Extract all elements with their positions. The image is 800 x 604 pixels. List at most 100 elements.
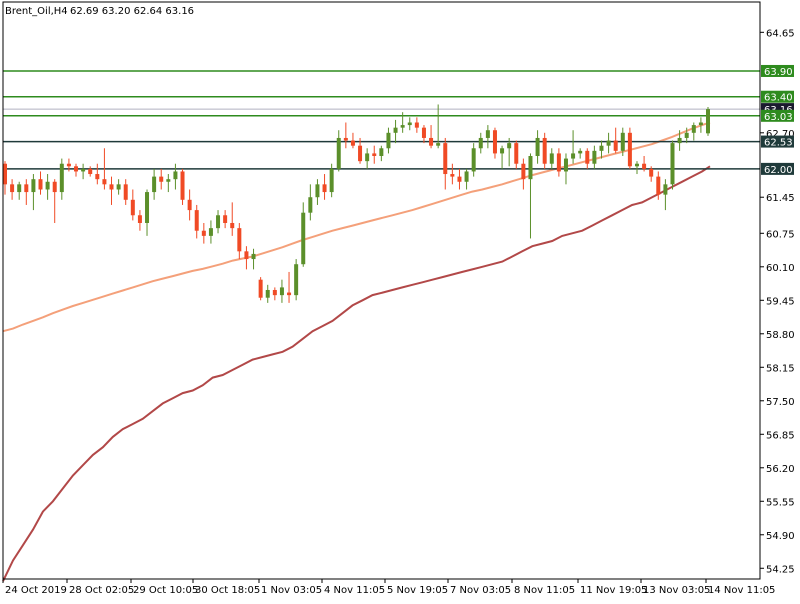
candle-body (372, 153, 377, 156)
candle-body (613, 140, 618, 151)
candle-body (244, 251, 249, 260)
candle-body (514, 143, 519, 164)
candle-body (230, 222, 235, 229)
candle-body (287, 292, 292, 296)
y-tick-label: 60.10 (766, 263, 795, 274)
candle-body (251, 253, 256, 260)
candle-body (294, 264, 299, 296)
candle-body (152, 176, 157, 193)
y-tick-label: 56.85 (766, 430, 795, 441)
candle-body (599, 145, 604, 151)
candle-body (492, 130, 497, 154)
candle-body (137, 215, 142, 223)
level-label: 63.90 (764, 67, 793, 78)
chart-symbol: Brent_Oil,H4 (5, 6, 68, 17)
candle-body (59, 163, 64, 193)
y-tick-label: 64.65 (766, 28, 795, 39)
candle-body (279, 287, 284, 296)
candle-body (102, 179, 107, 185)
candle-body (350, 140, 355, 146)
candle-body (308, 197, 313, 213)
candle-body (123, 184, 128, 200)
y-tick-label: 59.45 (766, 296, 795, 307)
x-tick-label: 13 Nov 03:05 (643, 585, 710, 596)
candle-body (180, 171, 185, 200)
candle-body (74, 166, 79, 172)
x-tick-label: 7 Nov 03:05 (450, 585, 511, 596)
candle-body (145, 192, 150, 223)
candle-body (343, 137, 348, 141)
candle-body (606, 140, 611, 146)
candle-body (471, 148, 476, 172)
candle-body (485, 130, 490, 138)
chart-canvas: 64.6563.9063.4063.1663.0362.7062.5362.00… (0, 0, 800, 600)
candle-body (421, 127, 426, 138)
candle-body (301, 212, 306, 265)
candle-body (457, 176, 462, 182)
x-tick-label: 24 Oct 2019 (5, 585, 67, 596)
candle-body (223, 215, 228, 223)
candle-body (336, 137, 341, 169)
candle-body (159, 176, 164, 182)
candle-body (393, 127, 398, 133)
candle-body (507, 143, 512, 149)
candle-body (116, 184, 121, 190)
x-tick-label: 5 Nov 19:05 (387, 585, 448, 596)
y-tick-label: 55.55 (766, 497, 795, 508)
candle-body (45, 181, 50, 190)
candle-body (585, 150, 590, 164)
candle-body (521, 163, 526, 180)
candle-body (173, 171, 178, 180)
candle-body (187, 199, 192, 211)
candle-body (265, 289, 270, 298)
candle-body (322, 184, 327, 193)
candle-body (436, 143, 441, 146)
candle-body (592, 150, 597, 164)
candle-body (620, 132, 625, 151)
candle-body (216, 215, 221, 229)
candle-body (329, 168, 334, 193)
candle-body (429, 137, 434, 146)
candle-body (379, 148, 384, 156)
candle-body (571, 153, 576, 159)
candle-body (563, 158, 568, 172)
candle-body (88, 168, 93, 175)
candle-body (670, 143, 675, 185)
candle-body (684, 132, 689, 138)
candle-body (81, 168, 86, 172)
candle-body (464, 171, 469, 182)
y-tick-label: 61.45 (766, 193, 795, 204)
x-tick-label: 30 Oct 18:05 (195, 585, 260, 596)
candle-body (407, 122, 412, 126)
candle-body (663, 184, 668, 195)
candle-body (66, 163, 71, 167)
x-tick-label: 8 Nov 11:05 (514, 585, 575, 596)
candle-body (130, 199, 135, 216)
candle-body (528, 155, 533, 180)
level-label: 62.53 (764, 138, 793, 149)
candle-body (542, 137, 547, 164)
candle-body (656, 176, 661, 195)
y-tick-label: 58.15 (766, 363, 795, 374)
candle-body (414, 122, 419, 128)
candle-body (698, 122, 703, 126)
level-label: 63.03 (764, 112, 793, 123)
candle-body (706, 109, 710, 134)
y-tick-label: 60.75 (766, 229, 795, 240)
chart-ohlc: 62.69 63.20 62.64 63.16 (70, 6, 194, 17)
level-label: 62.00 (764, 165, 793, 176)
x-tick-label: 11 Nov 19:05 (580, 585, 647, 596)
candle-body (10, 184, 15, 193)
candle-body (194, 210, 199, 231)
candle-body (386, 132, 391, 149)
candle-body (634, 163, 639, 167)
candle-body (677, 137, 682, 144)
candle-body (535, 137, 540, 156)
candle-body (443, 143, 448, 175)
candle-body (201, 230, 206, 236)
candle-body (17, 184, 22, 193)
candle-body (272, 289, 277, 296)
candle-body (166, 179, 171, 182)
candle-body (556, 153, 561, 172)
y-tick-label: 57.50 (766, 397, 795, 408)
